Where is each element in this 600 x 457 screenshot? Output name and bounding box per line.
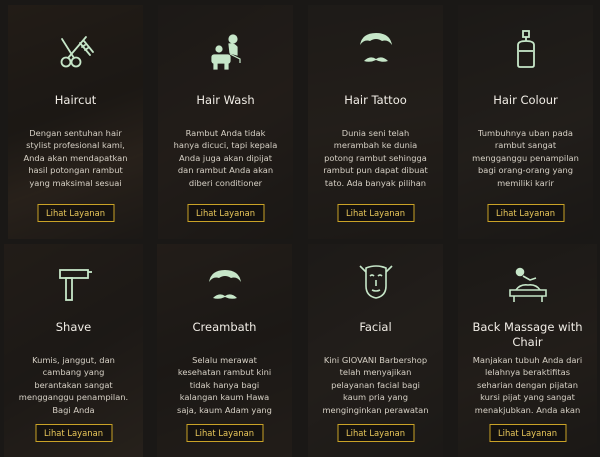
- service-card-haircut: Haircut Dengan sentuhan hair stylist pro…: [8, 5, 143, 239]
- service-description: Selalu merawat kesehatan rambut kini tid…: [177, 355, 272, 415]
- view-service-button[interactable]: Lihat Layanan: [36, 204, 115, 222]
- service-card-facial: Facial Kini GIOVANI Barbershop telah men…: [308, 244, 443, 457]
- service-card-back-massage: Back Massage with Chair Manjakan tubuh A…: [458, 244, 597, 457]
- face-mask-icon: [354, 260, 398, 304]
- service-description: Dunia seni telah merambah ke dunia poton…: [323, 128, 428, 188]
- view-service-button[interactable]: Lihat Layanan: [336, 204, 415, 222]
- service-description: Tumbuhnya uban pada rambut sangat mengga…: [472, 128, 579, 188]
- service-description: Kumis, janggut, dan cambang yang beranta…: [18, 355, 129, 415]
- service-description: Rambut Anda tidak hanya dicuci, tapi kep…: [173, 128, 278, 188]
- service-title: Back Massage with Chair: [472, 320, 583, 349]
- service-card-hair-tattoo: Hair Tattoo Dunia seni telah merambah ke…: [308, 5, 443, 239]
- service-title: Haircut: [54, 93, 97, 107]
- scissors-comb-icon: [54, 29, 98, 73]
- view-service-button[interactable]: Lihat Layanan: [34, 424, 113, 442]
- view-service-button[interactable]: Lihat Layanan: [185, 424, 264, 442]
- service-title: Hair Wash: [196, 93, 255, 107]
- massage-icon: [506, 262, 550, 306]
- dye-bottle-icon: [504, 27, 548, 71]
- hair-mustache-icon: [354, 27, 398, 71]
- service-description: Dengan sentuhan hair stylist profesional…: [23, 128, 128, 188]
- service-title: Hair Colour: [493, 93, 558, 107]
- view-service-button[interactable]: Lihat Layanan: [336, 424, 415, 442]
- view-service-button[interactable]: Lihat Layanan: [488, 424, 567, 442]
- service-card-shave: Shave Kumis, janggut, dan cambang yang b…: [4, 244, 143, 457]
- service-card-creambath: Creambath Selalu merawat kesehatan rambu…: [157, 244, 292, 457]
- razor-icon: [52, 260, 96, 304]
- view-service-button[interactable]: Lihat Layanan: [186, 204, 265, 222]
- services-grid: Haircut Dengan sentuhan hair stylist pro…: [0, 0, 600, 457]
- service-title: Hair Tattoo: [344, 93, 407, 107]
- hair-mustache-icon: [203, 264, 247, 308]
- view-service-button[interactable]: Lihat Layanan: [486, 204, 565, 222]
- service-description: Kini GIOVANI Barbershop telah menyajikan…: [322, 355, 429, 415]
- hair-wash-icon: [204, 29, 248, 73]
- service-card-hair-wash: Hair Wash Rambut Anda tidak hanya dicuci…: [158, 5, 293, 239]
- service-card-hair-colour: Hair Colour Tumbuhnya uban pada rambut s…: [458, 5, 593, 239]
- service-description: Manjakan tubuh Anda dari lelahnya berakt…: [472, 355, 583, 415]
- service-title: Shave: [55, 320, 92, 334]
- service-title: Creambath: [192, 320, 257, 334]
- service-title: Facial: [359, 320, 392, 334]
